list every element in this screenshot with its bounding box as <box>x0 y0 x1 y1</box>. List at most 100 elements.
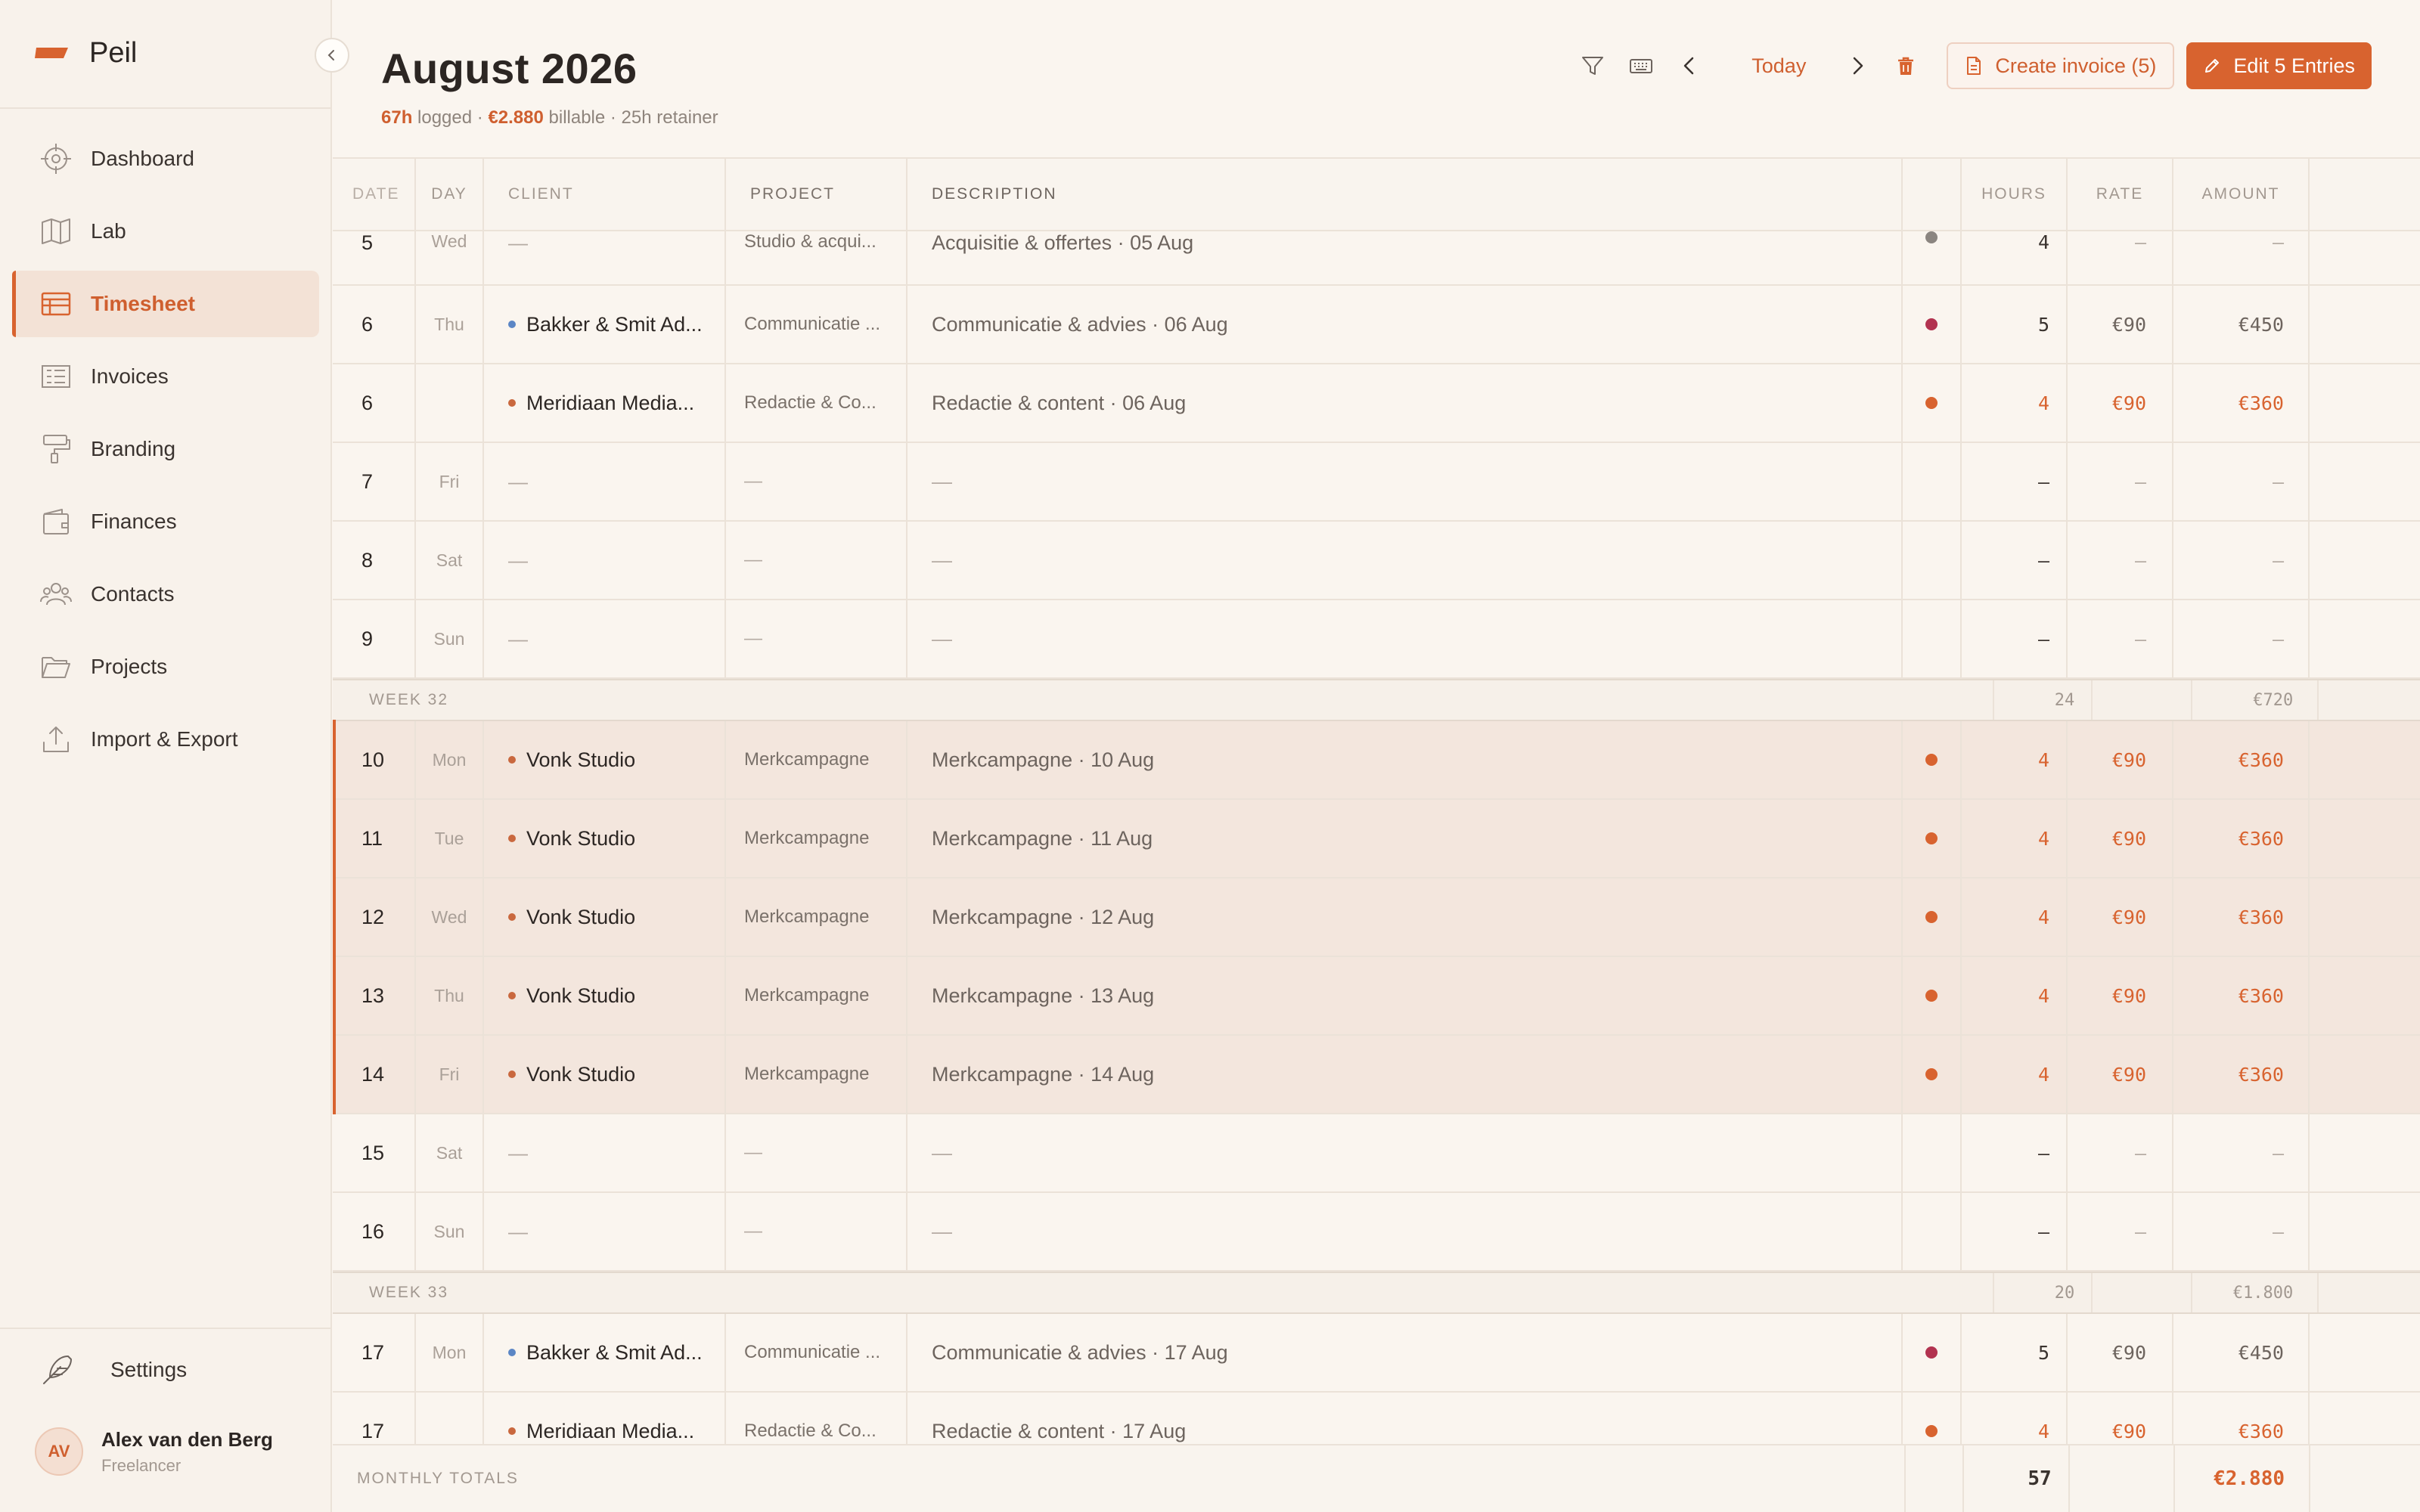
create-invoice-label: Create invoice (5) <box>1995 54 2157 77</box>
entry-hours: 4 <box>2037 906 2049 928</box>
entry-hours: 4 <box>2037 984 2049 1007</box>
entry-date: 12 <box>361 905 385 928</box>
billable-amount: €2.880 <box>488 107 544 128</box>
week-summary-row: WEEK 33 20 €1.800 <box>333 1272 2420 1314</box>
column-header-date[interactable]: DATE <box>333 159 416 230</box>
entry-description: Merkcampagne · 12 Aug <box>932 905 1155 928</box>
table-row[interactable]: 6 Thu Bakker & Smit Ad... Communicatie ... C… <box>333 286 2420 364</box>
week-label: WEEK 33 <box>333 1273 1995 1312</box>
status-dot[interactable] <box>1925 1346 1938 1359</box>
entry-project: — <box>744 471 762 491</box>
edit-entries-button[interactable]: Edit 5 Entries <box>2186 42 2372 89</box>
entry-day: Sat <box>416 1114 484 1191</box>
status-dot[interactable] <box>1925 1068 1938 1080</box>
delete-button[interactable] <box>1888 48 1924 84</box>
status-dot[interactable] <box>1925 911 1938 923</box>
entry-day: Sun <box>416 600 484 677</box>
table-row[interactable]: 12 Wed Vonk Studio Merkcampagne Merkcampagne… <box>333 877 2420 957</box>
trash-icon <box>1898 57 1914 75</box>
entry-date: 6 <box>361 391 374 414</box>
entry-rate: €90 <box>2111 1063 2146 1086</box>
table-icon <box>39 287 73 321</box>
status-dot[interactable] <box>1925 990 1938 1002</box>
nav-item-import-export[interactable]: Import & Export <box>12 706 319 773</box>
column-header-rate[interactable]: RATE <box>2068 159 2173 230</box>
table-row[interactable]: 15 Sat — — — – – – <box>333 1114 2420 1193</box>
entry-day: Mon <box>416 721 484 798</box>
table-row[interactable]: 16 Sun — — — – – – <box>333 1193 2420 1272</box>
entry-description: Merkcampagne · 14 Aug <box>932 1062 1155 1086</box>
filter-button[interactable] <box>1575 48 1611 84</box>
entry-client: Bakker & Smit Ad... <box>526 1340 703 1364</box>
table-row[interactable]: 13 Thu Vonk Studio Merkcampagne Merkcampagne… <box>333 956 2420 1036</box>
user-profile[interactable]: AV Alex van den Berg Freelancer <box>35 1427 273 1476</box>
next-month-button[interactable] <box>1839 48 1876 84</box>
status-dot[interactable] <box>1925 231 1938 243</box>
table-row[interactable]: 10 Mon Vonk Studio Merkcampagne Merkcampagne… <box>333 720 2420 800</box>
chevron-right-icon <box>1854 57 1863 75</box>
table-row[interactable]: 11 Tue Vonk Studio Merkcampagne Merkcampagne… <box>333 798 2420 878</box>
nav-item-lab[interactable]: Lab <box>12 198 319 265</box>
entry-client: — <box>508 1141 528 1164</box>
entry-description: Communicatie & advies · 06 Aug <box>932 312 1228 336</box>
nav-item-invoices[interactable]: Invoices <box>12 343 319 410</box>
nav-item-projects[interactable]: Projects <box>12 634 319 700</box>
entry-client: Vonk Studio <box>526 1062 636 1086</box>
column-header-client[interactable]: CLIENT <box>484 159 726 230</box>
nav-item-contacts[interactable]: Contacts <box>12 561 319 627</box>
entry-project: — <box>744 550 762 570</box>
entry-amount: – <box>2272 549 2284 572</box>
entry-day: Tue <box>416 800 484 877</box>
entry-rate: €90 <box>2111 313 2146 336</box>
nav-item-branding[interactable]: Branding <box>12 416 319 482</box>
entry-project: Merkcampagne <box>744 985 870 1005</box>
entry-project: Communicatie ... <box>744 1342 881 1362</box>
today-button[interactable]: Today <box>1751 54 1806 78</box>
collapse-sidebar-button[interactable] <box>315 38 349 73</box>
entry-rate: – <box>2134 231 2146 253</box>
status-dot[interactable] <box>1925 832 1938 844</box>
entry-hours: 5 <box>2037 1341 2049 1364</box>
nav-item-finances[interactable]: Finances <box>12 488 319 555</box>
entry-hours: 4 <box>2037 231 2049 253</box>
table-row[interactable]: 7 Fri — — — – – – <box>333 443 2420 522</box>
column-header-hours[interactable]: HOURS <box>1962 159 2068 230</box>
table-row[interactable]: 14 Fri Vonk Studio Merkcampagne Merkcampagne… <box>333 1034 2420 1114</box>
status-dot[interactable] <box>1925 397 1938 409</box>
entry-project: Merkcampagne <box>744 828 870 848</box>
entry-hours: – <box>2037 549 2049 572</box>
table-row[interactable]: 9 Sun — — — – – – <box>333 600 2420 679</box>
entry-project: Communicatie ... <box>744 314 881 334</box>
column-header-project[interactable]: PROJECT <box>726 159 908 230</box>
status-dot[interactable] <box>1925 1425 1938 1437</box>
create-invoice-button[interactable]: Create invoice (5) <box>1947 42 2175 89</box>
status-dot[interactable] <box>1925 318 1938 330</box>
table-row[interactable]: 8 Sat — — — – – – <box>333 522 2420 600</box>
brand[interactable]: Peil <box>33 36 137 70</box>
keyboard-button[interactable] <box>1623 48 1659 84</box>
sidebar-divider <box>0 1328 330 1329</box>
nav-item-dashboard[interactable]: Dashboard <box>12 125 319 192</box>
toolbar: Today Create invoice (5) Edit 5 Entries <box>1562 42 2372 89</box>
entry-amount: – <box>2272 627 2284 650</box>
previous-month-button[interactable] <box>1671 48 1708 84</box>
entry-description: Communicatie & advies · 17 Aug <box>932 1340 1228 1364</box>
table-row[interactable]: 6 Meridiaan Media... Redactie & Co... Redac… <box>333 364 2420 443</box>
settings-link[interactable]: Settings <box>38 1350 187 1390</box>
avatar: AV <box>35 1427 83 1476</box>
nav-item-timesheet[interactable]: Timesheet <box>12 271 319 337</box>
entry-amount: €450 <box>2238 313 2284 336</box>
entry-project: Merkcampagne <box>744 1064 870 1084</box>
table-row[interactable]: 5 Wed — Studio & acqui... Acquisitie & offer… <box>333 231 2420 286</box>
week-label: WEEK 32 <box>333 680 1995 720</box>
entry-amount: €360 <box>2238 748 2284 771</box>
column-header-day[interactable]: DAY <box>416 159 484 230</box>
entry-hours: 4 <box>2037 748 2049 771</box>
entry-date: 8 <box>361 548 374 572</box>
client-color-dot <box>508 399 516 407</box>
column-header-description[interactable]: DESCRIPTION <box>908 159 1903 230</box>
column-header-amount[interactable]: AMOUNT <box>2173 159 2310 230</box>
entry-description: Acquisitie & offertes · 05 Aug <box>932 231 1194 254</box>
table-row[interactable]: 17 Mon Bakker & Smit Ad... Communicatie ...… <box>333 1314 2420 1393</box>
status-dot[interactable] <box>1925 754 1938 766</box>
